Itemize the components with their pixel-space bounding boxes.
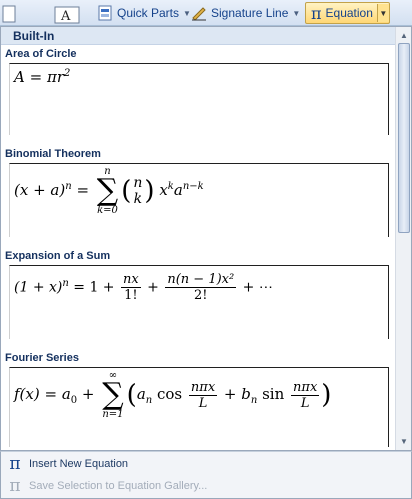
save-equation-icon: π	[9, 476, 21, 496]
equation-dropdown-arrow-icon[interactable]: ▼	[376, 4, 389, 22]
equation-label: Equation	[325, 6, 373, 20]
item-title: Binomial Theorem	[5, 148, 101, 160]
equation-preview: (x + a)n = n ∑ k=0(n k) xkan−k	[9, 163, 389, 237]
pi-icon: π	[9, 454, 21, 474]
text-box-icon[interactable]: A	[54, 4, 84, 26]
gallery-item-area-of-circle[interactable]: Area of Circle A = πr2	[1, 45, 393, 135]
save-selection-item: π Save Selection to Equation Gallery...	[1, 475, 411, 497]
equation-preview: f(x) = a0 + ∞ ∑ n=1 (an cos nπx L + bn sin n…	[9, 367, 389, 447]
svg-text:A: A	[60, 9, 71, 24]
equation-button[interactable]: π Equation ▼	[305, 2, 390, 24]
pi-icon: π	[311, 3, 322, 23]
equation-preview: (1 + x)n = 1 + nx 1! + n(n − 1)x² 2! + ⋯	[9, 265, 389, 339]
equation-preview: A = πr2	[9, 63, 389, 135]
item-title: Fourier Series	[5, 352, 79, 364]
item-title: Expansion of a Sum	[5, 250, 111, 262]
insert-new-equation-label: Insert New Equation	[29, 458, 129, 470]
equation-fourier-series: f(x) = a0 + ∞ ∑ n=1 (an cos nπx L + bn sin n…	[14, 370, 332, 420]
signature-line-label: Signature Line	[211, 6, 289, 20]
page-icon[interactable]	[2, 3, 24, 25]
gallery-item-binomial-theorem[interactable]: Binomial Theorem (x + a)n = n ∑ k=0(n k) xk…	[1, 145, 393, 237]
equation-area-of-circle: A = πr2	[14, 68, 71, 86]
category-header: Built-In	[1, 27, 411, 45]
quick-parts-label: Quick Parts	[117, 6, 180, 20]
item-title: Area of Circle	[5, 48, 77, 60]
gallery-item-fourier-series[interactable]: Fourier Series f(x) = a0 + ∞ ∑ n=1 (an cos …	[1, 349, 393, 447]
insert-new-equation-item[interactable]: π Insert New Equation	[1, 453, 411, 475]
quick-parts-button[interactable]: Quick Parts ▼	[92, 2, 196, 24]
gallery-item-expansion-of-a-sum[interactable]: Expansion of a Sum (1 + x)n = 1 + nx 1! +…	[1, 247, 393, 339]
equation-gallery: Built-In Area of Circle A = πr2 Binomial…	[0, 26, 412, 451]
gallery-footer: π Insert New Equation π Save Selection t…	[0, 451, 412, 499]
gallery-scrollbar[interactable]: ▲ ▼	[395, 27, 411, 450]
quick-parts-icon	[98, 5, 112, 21]
equation-expansion-of-a-sum: (1 + x)n = 1 + nx 1! + n(n − 1)x² 2! + ⋯	[14, 272, 273, 303]
signature-pen-icon	[192, 7, 206, 21]
save-selection-label: Save Selection to Equation Gallery...	[29, 480, 208, 492]
scroll-up-arrow-icon[interactable]: ▲	[397, 28, 411, 42]
ribbon-strip: A Quick Parts ▼ Signature Line ▼ π Equat…	[0, 0, 412, 26]
scrollbar-thumb[interactable]	[398, 43, 410, 233]
signature-line-button[interactable]: Signature Line ▼	[186, 2, 305, 24]
scroll-down-arrow-icon[interactable]: ▼	[397, 434, 411, 448]
equation-binomial-theorem: (x + a)n = n ∑ k=0(n k) xkan−k	[14, 166, 204, 216]
chevron-down-icon: ▼	[292, 8, 301, 18]
